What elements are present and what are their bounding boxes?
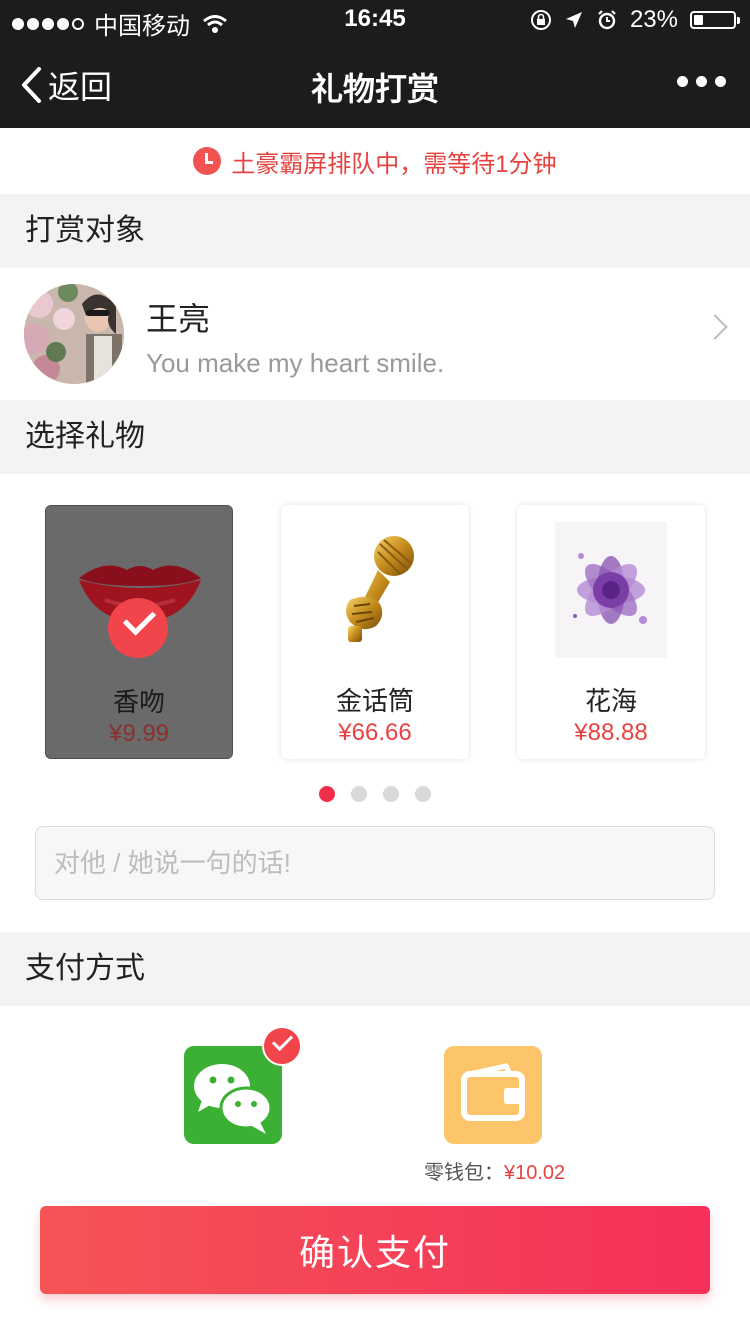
recipient-name: 王亮 — [146, 301, 211, 337]
pager-dot-2[interactable] — [351, 786, 367, 802]
queue-notice: 土豪霸屏排队中，需等待1分钟 — [0, 128, 750, 194]
section-header-payment: 支付方式 — [0, 932, 750, 1006]
more-options-button[interactable] — [677, 76, 726, 87]
selected-check-icon — [108, 598, 168, 658]
orientation-lock-icon — [530, 10, 551, 30]
message-input[interactable] — [35, 826, 715, 900]
gift-name: 花海 — [584, 686, 637, 716]
gift-pager — [0, 786, 750, 802]
gift-name: 金话筒 — [335, 686, 414, 716]
wallet-label-text: 零钱包： — [424, 1162, 504, 1184]
gift-price: ¥9.99 — [108, 720, 170, 747]
avatar — [24, 284, 124, 384]
wechat-icon — [194, 1064, 273, 1134]
gift-price: ¥66.66 — [338, 719, 412, 746]
status-bar: 中国移动 16:45 23% — [0, 0, 750, 40]
battery-icon — [690, 11, 740, 29]
pager-dot-1[interactable] — [319, 786, 335, 802]
wallet-amount: ¥10.02 — [504, 1162, 566, 1184]
recipient-signature: You make my heart smile. — [146, 348, 445, 378]
clock-icon — [193, 147, 222, 175]
wallet-icon — [461, 1063, 525, 1121]
back-button[interactable]: 返回 — [20, 62, 112, 108]
gift-card-lips[interactable]: 香吻 ¥9.99 — [45, 505, 233, 759]
section-header-gift: 选择礼物 — [0, 400, 750, 474]
alarm-icon — [598, 10, 616, 30]
purple-flower-icon — [517, 515, 705, 665]
recipient-row[interactable]: 王亮 You make my heart smile. — [0, 268, 750, 400]
pager-dot-3[interactable] — [383, 786, 399, 802]
battery-percent: 23% — [629, 6, 678, 33]
gift-card-flower[interactable]: 花海 ¥88.88 — [517, 505, 705, 759]
location-icon — [565, 12, 582, 28]
confirm-payment-button[interactable]: 确认支付 — [40, 1206, 710, 1294]
gift-card-microphone[interactable]: 金话筒 ¥66.66 — [281, 505, 469, 759]
more-dot — [677, 76, 688, 87]
more-dot — [715, 76, 726, 87]
back-label: 返回 — [48, 69, 113, 105]
gift-price: ¥88.88 — [574, 719, 648, 746]
golden-microphone-icon — [281, 515, 469, 665]
wallet-balance: 零钱包：¥10.02 — [424, 1156, 565, 1185]
nav-bar: 返回 礼物打赏 — [0, 40, 750, 128]
page-title: 礼物打赏 — [310, 71, 439, 107]
top-bar: 中国移动 16:45 23% 返回 礼物打赏 — [0, 0, 750, 128]
queue-notice-text: 土豪霸屏排队中，需等待1分钟 — [231, 150, 557, 178]
selected-check-icon — [262, 1026, 302, 1066]
pay-method-wallet[interactable] — [444, 1046, 542, 1144]
status-right: 23% — [530, 6, 740, 34]
pager-dot-4[interactable] — [415, 786, 431, 802]
pay-method-wechat[interactable] — [184, 1026, 302, 1144]
more-dot — [696, 76, 707, 87]
section-header-recipient: 打赏对象 — [0, 194, 750, 268]
gift-name: 香吻 — [112, 687, 165, 717]
chevron-left-icon — [22, 67, 41, 103]
chevron-right-icon — [702, 314, 728, 340]
